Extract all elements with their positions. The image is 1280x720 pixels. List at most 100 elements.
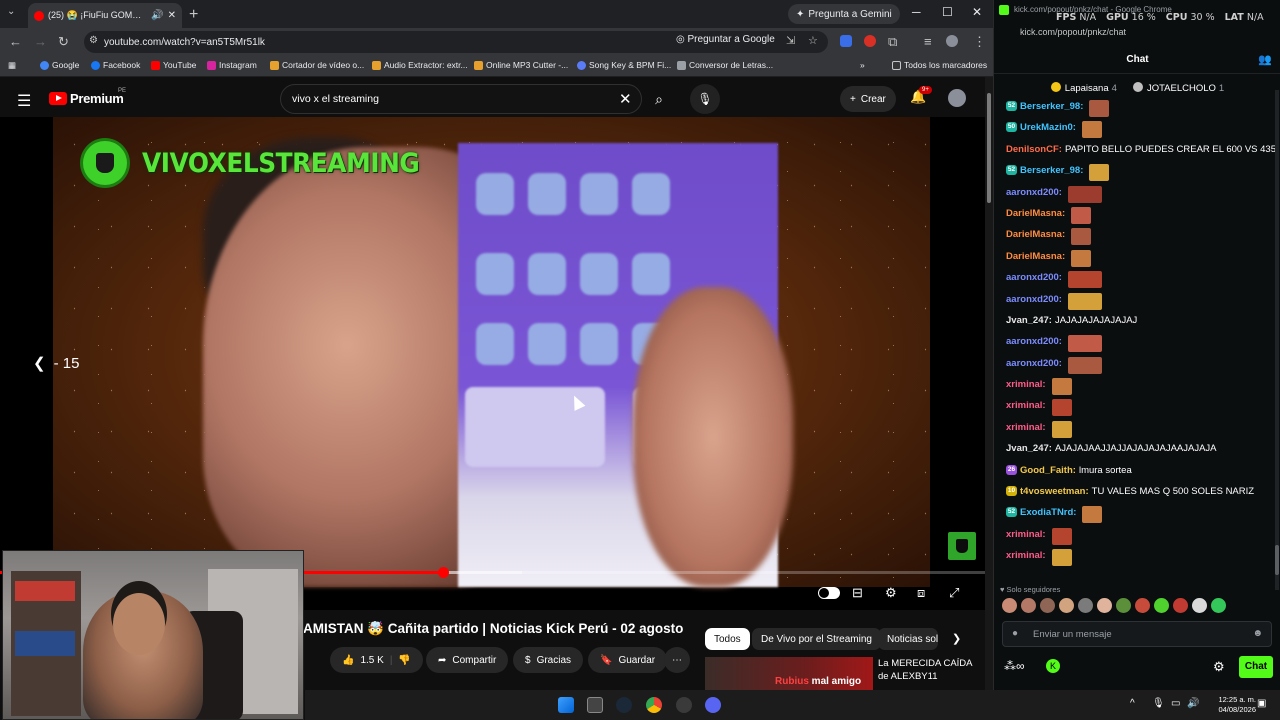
extensions-puzzle-icon[interactable]: ⧉	[888, 34, 897, 50]
microphone-tray-icon[interactable]: 🎙	[1152, 698, 1165, 709]
like-button[interactable]: 👍 1.5 K | 👎	[330, 647, 423, 673]
chat-message[interactable]: DenilsonCF: PAPITO BELLO PUEDES CREAR EL …	[1006, 141, 1276, 162]
chat-message[interactable]: xriminal:	[1006, 397, 1276, 418]
obs-icon[interactable]	[676, 697, 692, 713]
recommended-thumbnail[interactable]: Rubius mal amigo	[705, 657, 873, 690]
bookmark-star-icon[interactable]: ☆	[808, 34, 818, 47]
thanks-button[interactable]: $ Gracias	[513, 647, 584, 673]
chips-next-icon[interactable]: ❯	[952, 632, 961, 645]
chat-message[interactable]: 26 Good_Faith: lmura sortea	[1006, 462, 1276, 483]
chat-username[interactable]: DarielMasna:	[1006, 207, 1065, 220]
site-info-icon[interactable]: ⚙	[89, 35, 98, 46]
chat-message[interactable]: 52 Berserker_98:	[1006, 98, 1276, 119]
discord-icon[interactable]	[705, 697, 721, 713]
clock[interactable]: 12:25 a. m. 04/08/2026	[1200, 695, 1256, 715]
emote-icon[interactable]	[1021, 598, 1036, 613]
chat-message[interactable]: 10 t4vosweetman: TU VALES MAS Q 500 SOLES …	[1006, 483, 1276, 504]
tab-youtube[interactable]: (25) 😭 ¡FiuFiu GOMƏARÁ ... 🔊 ✕	[28, 3, 182, 28]
steam-icon[interactable]	[616, 697, 632, 713]
emote-icon[interactable]	[1154, 598, 1169, 613]
chat-message[interactable]: aaronxd200:	[1006, 184, 1276, 205]
chat-message[interactable]: aaronxd200:	[1006, 355, 1276, 376]
search-icon[interactable]: ⌕	[644, 84, 674, 114]
youtube-brand[interactable]: Premium	[70, 91, 124, 106]
chat-username[interactable]: xriminal:	[1006, 399, 1046, 412]
chat-message-input[interactable]: ● Enviar un mensaje ☻	[1002, 621, 1272, 647]
page-scrollbar[interactable]	[985, 77, 993, 690]
close-tab-icon[interactable]: ✕	[168, 10, 176, 21]
chat-message[interactable]: DarielMasna:	[1006, 248, 1276, 269]
menu-hamburger-icon[interactable]: ☰	[17, 91, 31, 111]
chat-username[interactable]: DarielMasna:	[1006, 250, 1065, 263]
chip-all[interactable]: Todos	[705, 628, 750, 650]
chat-message[interactable]: aaronxd200:	[1006, 333, 1276, 354]
chat-username[interactable]: Berserker_98:	[1020, 164, 1083, 177]
back-icon[interactable]: ←	[9, 34, 22, 49]
profile-avatar[interactable]	[946, 35, 958, 47]
miniplayer-icon[interactable]: ⧈	[917, 585, 925, 601]
chat-username[interactable]: Jvan_247:	[1006, 314, 1052, 327]
recommended-title[interactable]: La MERECIDA CAÍDA de ALEXBY11	[878, 657, 978, 683]
chat-username[interactable]: aaronxd200:	[1006, 271, 1062, 284]
extension-icon[interactable]	[840, 35, 852, 47]
chat-message[interactable]: DarielMasna:	[1006, 226, 1276, 247]
clear-search-icon[interactable]: ✕	[619, 90, 632, 108]
chat-username[interactable]: Good_Faith:	[1020, 464, 1076, 477]
chip-noticias[interactable]: Noticias sol	[878, 628, 938, 650]
tray-chevron-icon[interactable]: ^	[1130, 698, 1135, 709]
chat-message[interactable]: xriminal:	[1006, 419, 1276, 440]
emote-icon[interactable]	[1040, 598, 1055, 613]
chat-username[interactable]: DenilsonCF:	[1006, 143, 1062, 156]
chip-vivo-por-el-streaming[interactable]: De Vivo por el Streaming	[752, 628, 881, 650]
search-input[interactable]: vivo x el streaming ✕	[280, 84, 642, 114]
chat-message[interactable]: aaronxd200:	[1006, 291, 1276, 312]
bookmark-video-cutter[interactable]: Cortador de vídeo o...	[270, 60, 364, 70]
fullscreen-icon[interactable]: ⤢	[949, 585, 959, 601]
new-tab-button[interactable]: +	[189, 6, 198, 24]
chat-message[interactable]: 52 ExodiaTNrd:	[1006, 504, 1276, 525]
chat-message[interactable]: xriminal:	[1006, 376, 1276, 397]
install-app-icon[interactable]: ⇲	[786, 34, 795, 47]
chat-message[interactable]: Jvan_247: AJAJAJAAJJAJJAJAJAJAJAAJAJAJA	[1006, 440, 1276, 461]
chat-message[interactable]: DarielMasna:	[1006, 205, 1276, 226]
emote-icon[interactable]	[1097, 598, 1112, 613]
chat-scrollbar[interactable]	[1275, 90, 1279, 590]
emote-icon[interactable]	[1078, 598, 1093, 613]
youtube-logo-icon[interactable]	[49, 92, 67, 105]
reload-icon[interactable]: ↻	[58, 34, 69, 50]
send-chat-button[interactable]: Chat	[1239, 656, 1273, 678]
address-bar[interactable]: ⚙ youtube.com/watch?v=an5T5Mr51lk ◎ Preg…	[84, 31, 828, 53]
user-avatar[interactable]	[948, 89, 966, 107]
emoji-picker-icon[interactable]: ☻	[1252, 628, 1263, 639]
notification-center-icon[interactable]: ▣	[1257, 698, 1266, 709]
chat-username[interactable]: aaronxd200:	[1006, 335, 1062, 348]
thumbs-down-icon[interactable]: 👎	[398, 655, 410, 666]
emote-icon[interactable]	[1116, 598, 1131, 613]
subtitles-icon[interactable]: ⊟	[852, 585, 863, 601]
bookmark-youtube[interactable]: YouTube	[151, 60, 196, 70]
chat-username[interactable]: ExodiaTNrd:	[1020, 506, 1076, 519]
bookmark-letter-converter[interactable]: Conversor de Letras...	[677, 60, 773, 70]
chat-username[interactable]: aaronxd200:	[1006, 293, 1062, 306]
chat-username[interactable]: xriminal:	[1006, 528, 1046, 541]
windows-start-icon[interactable]	[558, 697, 574, 713]
bookmark-song-key[interactable]: Song Key & BPM Fi...	[577, 60, 671, 70]
more-bookmarks-icon[interactable]: »	[860, 60, 865, 70]
media-control-icon[interactable]: ≡	[924, 34, 932, 49]
create-button[interactable]: + Crear	[840, 86, 896, 112]
chat-settings-icon[interactable]: ⚙	[1213, 659, 1225, 675]
record-extension-icon[interactable]	[864, 35, 876, 47]
chat-username[interactable]: UrekMazin0:	[1020, 121, 1076, 134]
bookmark-instagram[interactable]: Instagram	[207, 60, 257, 70]
emote-icon[interactable]	[1135, 598, 1150, 613]
bookmark-mp3-cutter[interactable]: Online MP3 Cutter -...	[474, 60, 568, 70]
chat-message[interactable]: xriminal:	[1006, 547, 1276, 568]
emote-icon[interactable]	[1211, 598, 1226, 613]
users-icon[interactable]: 👥	[1258, 53, 1272, 66]
kick-logo-icon[interactable]: K	[1046, 659, 1060, 673]
bookmark-audio-extractor[interactable]: Audio Extractor: extr...	[372, 60, 468, 70]
chat-message[interactable]: 50 UrekMazin0:	[1006, 119, 1276, 140]
all-bookmarks-folder[interactable]: Todos los marcadores	[892, 60, 987, 70]
scrollbar-thumb[interactable]	[987, 93, 991, 203]
chat-message[interactable]: Jvan_247: JAJAJAJAJAJAJAJ	[1006, 312, 1276, 333]
